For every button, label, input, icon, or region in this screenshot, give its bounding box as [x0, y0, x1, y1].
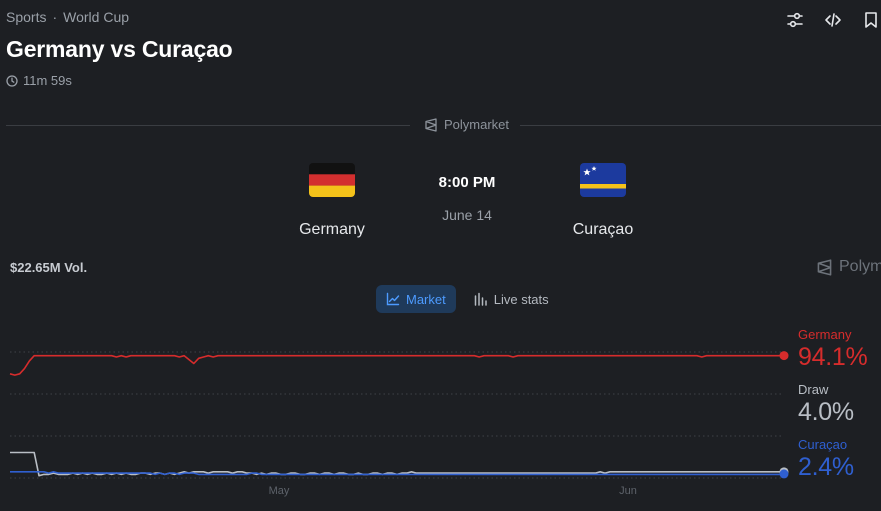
clock-icon	[6, 74, 18, 87]
sliders-icon[interactable]	[785, 10, 805, 30]
match-time: 8:00 PM	[438, 174, 496, 191]
legend-draw-value: 4.0%	[798, 398, 854, 426]
curacao-flag	[580, 163, 626, 197]
price-chart[interactable]: May Jun	[0, 340, 800, 511]
series-line-draw	[10, 451, 784, 477]
divider-left	[6, 125, 410, 126]
home-team-name: Germany	[299, 221, 365, 238]
tab-live-stats-label: Live stats	[493, 291, 549, 307]
legend-draw-name: Draw	[798, 382, 829, 397]
source-name: Polymarket	[444, 117, 510, 132]
away-team-name: Curaçao	[572, 221, 634, 238]
match-date: June 14	[442, 207, 492, 223]
tab-market[interactable]: Market	[376, 285, 456, 313]
home-team[interactable]: Germany	[286, 163, 378, 239]
source-label[interactable]: Polymarket	[420, 117, 514, 132]
code-icon[interactable]	[823, 10, 843, 30]
divider-right	[520, 125, 881, 126]
legend-curacao-name: Curaçao	[798, 437, 848, 452]
legend-curacao: Curaçao 2.4%	[798, 437, 854, 482]
x-tick-label: May	[269, 485, 290, 497]
legend-germany-name: Germany	[798, 327, 852, 342]
line-chart-icon	[386, 292, 400, 306]
breadcrumb-separator: ·	[52, 9, 58, 25]
tab-market-label: Market	[406, 291, 446, 307]
series-line-germany	[9, 354, 785, 376]
breadcrumb-sports-link[interactable]: Sports	[6, 9, 46, 25]
countdown-text: 11m 59s	[23, 73, 72, 88]
polymarket-icon	[816, 258, 833, 276]
breadcrumb-world-cup-link[interactable]: World Cup	[63, 9, 129, 25]
countdown-timer: 11m 59s	[6, 73, 72, 88]
breadcrumb: Sports · World Cup	[6, 9, 129, 25]
series-endpoint-curaao	[779, 469, 789, 479]
legend-draw: Draw 4.0%	[798, 382, 854, 427]
x-tick-label: Jun	[619, 485, 637, 497]
view-tabs: Market Live stats	[376, 285, 559, 313]
bookmark-icon[interactable]	[861, 10, 881, 30]
legend-curacao-value: 2.4%	[798, 453, 854, 481]
page-title: Germany vs Curaçao	[6, 36, 233, 62]
header-actions	[785, 10, 881, 30]
germany-flag	[309, 163, 355, 197]
volume: $22.65M Vol.	[10, 260, 88, 275]
away-team[interactable]: Curaçao	[557, 163, 649, 239]
legend-germany-value: 94.1%	[798, 343, 868, 371]
polymarket-icon	[424, 117, 438, 132]
watermark-text: Polymarket	[839, 258, 881, 275]
legend-germany: Germany 94.1%	[798, 327, 868, 372]
bar-chart-icon	[474, 292, 488, 306]
series-endpoint-germany	[779, 351, 789, 361]
polymarket-watermark: Polymarket	[816, 258, 881, 276]
tab-live-stats[interactable]: Live stats	[464, 285, 559, 313]
